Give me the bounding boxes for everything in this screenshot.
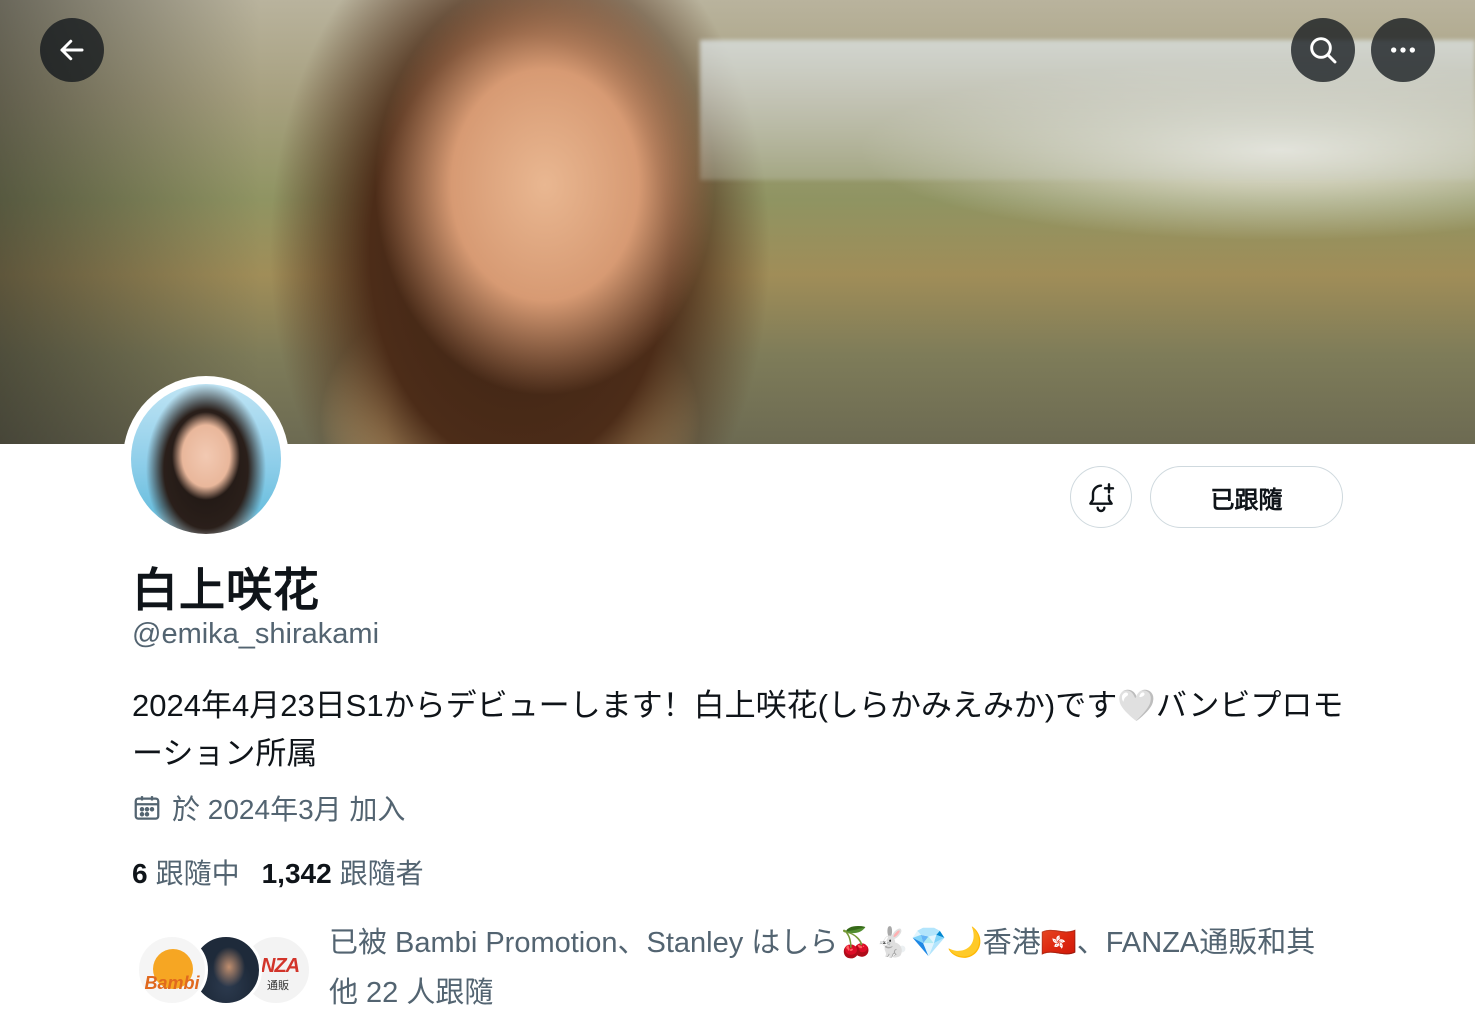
join-date-text: 於 2024年3月 加入 [172,794,406,825]
following-label: 跟隨中 [155,858,240,889]
arrow-left-icon [60,39,84,61]
more-horizontal-icon [1391,47,1415,53]
calendar-icon [134,796,160,820]
fanza-logo-subtext: 通販 [267,980,289,992]
following-link[interactable]: 6 跟隨中 [132,852,240,892]
follow-stats: 6 跟隨中 1,342 跟隨者 [132,852,446,892]
bambi-logo-text: Bambi [144,973,200,993]
bell-plus-icon [1089,483,1115,513]
more-button[interactable] [1371,18,1435,82]
display-name: 白上咲花 [132,564,320,616]
search-button[interactable] [1291,18,1355,82]
back-button[interactable] [40,18,104,82]
profile-bio: 2024年4月23日S1からデビューします！白上咲花(しらかみえみか)です🤍バン… [132,688,1344,771]
followers-label: 跟隨者 [339,858,424,889]
banner-background-sea [700,40,1475,180]
search-icon [1310,37,1337,64]
notifications-button[interactable] [1070,466,1132,528]
followers-count: 1,342 [261,858,332,889]
followed-by-avatar-bambi[interactable]: Bambi [136,934,208,1006]
followed-by-text[interactable]: 已被 Bambi Promotion、Stanley はしら🍒🐇💎🌙香港🇭🇰、F… [329,918,1339,1018]
avatar-image [131,384,281,534]
following-button[interactable]: 已跟隨 [1150,466,1343,528]
following-count: 6 [132,858,148,889]
fanza-logo-text: NZA [261,955,300,977]
user-handle: @emika_shirakami [132,618,380,650]
join-date: 於 2024年3月 加入 [132,788,405,828]
profile-avatar[interactable] [123,376,289,542]
followers-link[interactable]: 1,342 跟隨者 [262,852,424,892]
